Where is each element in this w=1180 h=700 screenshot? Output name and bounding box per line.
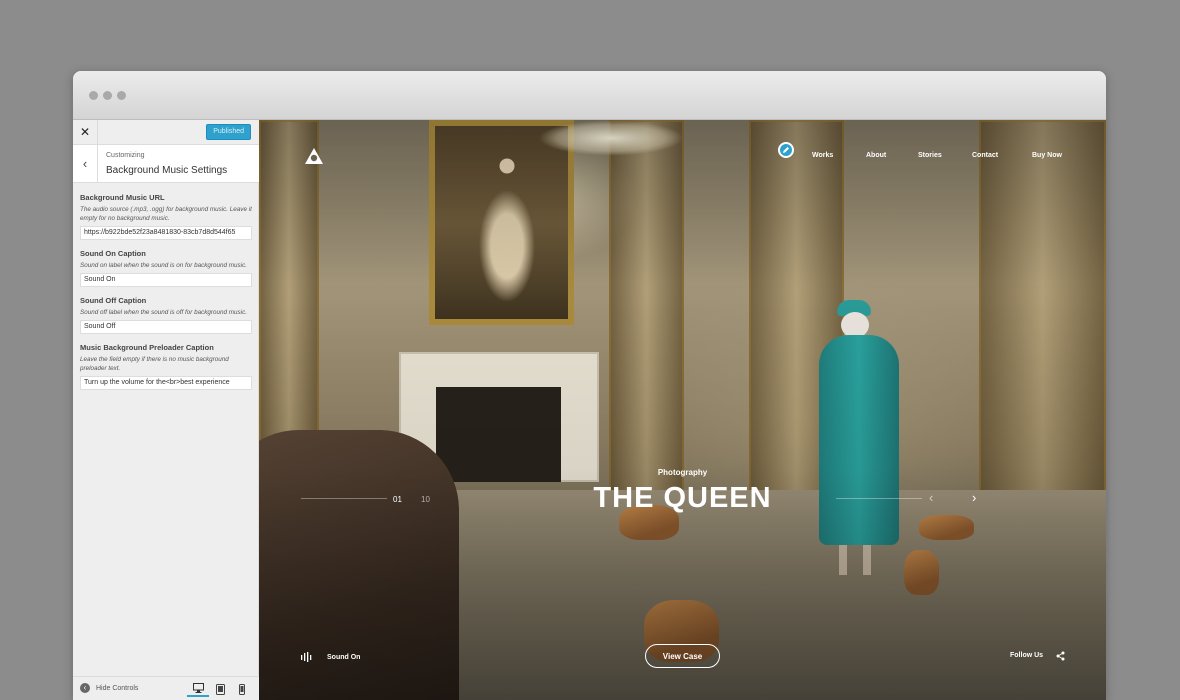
mobile-preview-button[interactable] [231,681,253,697]
nav-link-about[interactable]: About [866,152,886,159]
music-url-input[interactable]: https://b922bde52f23a8481830-83cb7d8d544… [80,226,252,240]
close-icon: ✕ [79,125,91,139]
control-sound-off-caption: Sound Off Caption Sound off label when t… [80,296,252,334]
control-sound-on-caption: Sound On Caption Sound on label when the… [80,249,252,287]
window-titlebar [73,71,1106,120]
customizer-panel: ✕ Published ‹ Customizing Background Mus… [73,120,259,700]
mobile-icon [239,683,245,695]
customizer-footer: ‹ Hide Controls [73,676,259,700]
window-close-dot[interactable] [89,91,98,100]
edit-shortcut-button[interactable] [778,142,794,158]
control-description: Leave the field empty if there is no mus… [80,356,229,372]
browser-window: ✕ Published ‹ Customizing Background Mus… [73,71,1106,700]
section-header: ‹ Customizing Background Music Settings [73,145,259,183]
chevron-left-icon: ‹ [82,156,88,171]
control-label: Music Background Preloader Caption [80,343,214,352]
control-label: Sound Off Caption [80,296,147,305]
share-icon[interactable] [1056,651,1065,661]
control-preloader-caption: Music Background Preloader Caption Leave… [80,343,252,390]
sound-bars-icon [301,652,312,662]
nav-link-stories[interactable]: Stories [918,152,942,159]
desktop-icon [192,683,204,693]
published-button[interactable]: Published [206,124,251,140]
close-customizer-button[interactable]: ✕ [73,120,98,144]
nav-link-buy-now[interactable]: Buy Now [1032,152,1062,159]
tablet-icon [215,683,225,695]
customizer-header-bar: ✕ Published [73,120,259,145]
next-slide-arrow-icon[interactable]: › [972,490,976,505]
window-maximize-dot[interactable] [117,91,126,100]
control-label: Background Music URL [80,193,165,202]
view-case-button[interactable]: View Case [645,644,720,668]
nav-link-works[interactable]: Works [812,152,833,159]
breadcrumb: Customizing [106,152,145,159]
control-description: Sound on label when the sound is on for … [80,262,247,269]
prev-slide-arrow-icon[interactable]: ‹ [929,490,933,505]
nav-link-contact[interactable]: Contact [972,152,998,159]
control-label: Sound On Caption [80,249,146,258]
sound-off-caption-input[interactable]: Sound Off [80,320,252,334]
section-title: Background Music Settings [106,165,228,176]
sound-toggle[interactable]: Sound On [301,652,360,662]
follow-us-link[interactable]: Follow Us [1010,652,1043,659]
control-description: Sound off label when the sound is off fo… [80,309,247,316]
control-music-url: Background Music URL The audio source (.… [80,193,252,240]
preloader-caption-input[interactable]: Turn up the volume for the<br>best exper… [80,376,252,390]
collapse-circle-icon: ‹ [80,683,90,693]
pencil-icon [783,147,789,153]
device-preview-switcher [187,681,253,697]
sound-label: Sound On [327,653,361,661]
site-logo-icon[interactable] [304,147,324,165]
slide-line-right [836,498,922,499]
window-minimize-dot[interactable] [103,91,112,100]
back-button[interactable]: ‹ [73,145,98,182]
sound-on-caption-input[interactable]: Sound On [80,273,252,287]
slide-total-number: 10 [421,495,430,504]
slide-category: Photography [657,468,708,477]
hide-controls-button[interactable]: ‹ Hide Controls [80,683,138,693]
desktop-preview-button[interactable] [187,681,209,697]
image-overlay [259,120,1106,700]
slide-progress-line [301,498,387,499]
tablet-preview-button[interactable] [209,681,231,697]
slide-current-number: 01 [393,495,402,504]
hide-controls-label: Hide Controls [96,684,139,692]
site-preview: Works About Stories Contact Buy Now Phot… [259,120,1106,700]
controls-list: Background Music URL The audio source (.… [80,193,252,399]
control-description: The audio source (.mp3, .ogg) for backgr… [80,206,252,222]
